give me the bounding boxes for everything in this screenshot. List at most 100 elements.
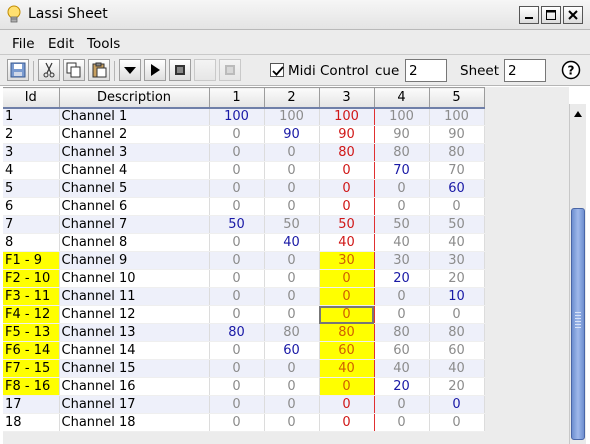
table-row[interactable]: F8 - 16 Channel 16 0 0 0 20 20 <box>3 377 485 396</box>
cue-value-cell[interactable]: 0 <box>264 413 320 432</box>
table-row[interactable]: 4 Channel 4 0 0 0 70 70 <box>3 161 485 180</box>
table-row[interactable]: F6 - 14 Channel 14 0 60 60 60 60 <box>3 341 485 360</box>
vertical-scrollbar[interactable] <box>569 104 586 444</box>
cue-value-cell[interactable]: 0 <box>209 161 265 180</box>
row-description-cell[interactable]: Channel 4 <box>59 161 210 180</box>
cue-value-cell[interactable]: 30 <box>429 251 485 270</box>
cue-value-cell[interactable]: 0 <box>318 377 375 396</box>
cue-value-cell[interactable]: 40 <box>318 233 375 252</box>
row-description-cell[interactable]: Channel 10 <box>59 269 210 288</box>
cue-value-cell[interactable]: 80 <box>318 143 375 162</box>
table-row[interactable]: 8 Channel 8 0 40 40 40 40 <box>3 233 485 252</box>
row-id-cell[interactable]: F2 - 10 <box>3 269 60 288</box>
row-description-cell[interactable]: Channel 9 <box>59 251 210 270</box>
row-description-cell[interactable]: Channel 8 <box>59 233 210 252</box>
menu-edit[interactable]: Edit <box>48 36 74 52</box>
row-description-cell[interactable]: Channel 3 <box>59 143 210 162</box>
save-button[interactable] <box>7 59 29 81</box>
row-id-cell[interactable]: 7 <box>3 215 60 234</box>
cue-value-cell[interactable]: 80 <box>374 323 430 342</box>
cue-value-cell[interactable]: 80 <box>318 323 375 342</box>
table-row[interactable]: F3 - 11 Channel 11 0 0 0 0 10 <box>3 287 485 306</box>
row-description-cell[interactable]: Channel 17 <box>59 395 210 414</box>
cue-value-cell[interactable]: 0 <box>209 143 265 162</box>
cue-value-cell[interactable]: 0 <box>318 305 375 324</box>
stop-disabled-button[interactable] <box>219 59 241 81</box>
cue-value-cell[interactable]: 80 <box>374 143 430 162</box>
row-id-cell[interactable]: 18 <box>3 413 60 432</box>
cue-value-cell[interactable]: 0 <box>318 413 375 432</box>
table-row[interactable]: 1 Channel 1 100 100 100 100 100 <box>3 107 485 126</box>
table-row[interactable]: F5 - 13 Channel 13 80 80 80 80 80 <box>3 323 485 342</box>
blank-button[interactable] <box>194 59 216 81</box>
cue-value-cell[interactable]: 40 <box>429 233 485 252</box>
maximize-button[interactable] <box>541 6 561 24</box>
cue-value-cell[interactable]: 0 <box>209 341 265 360</box>
cue-value-cell[interactable]: 0 <box>209 413 265 432</box>
cue-value-cell[interactable]: 20 <box>374 377 430 396</box>
row-id-cell[interactable]: 5 <box>3 179 60 198</box>
cue-value-cell[interactable]: 0 <box>209 197 265 216</box>
table-row[interactable]: F1 - 9 Channel 9 0 0 30 30 30 <box>3 251 485 270</box>
cue-value-cell[interactable]: 0 <box>374 179 430 198</box>
play-button[interactable] <box>144 59 166 81</box>
cue-value-cell[interactable]: 0 <box>209 125 265 144</box>
row-description-cell[interactable]: Channel 14 <box>59 341 210 360</box>
cue-value-cell[interactable]: 0 <box>318 161 375 180</box>
cue-input[interactable] <box>405 59 447 82</box>
cue-value-cell[interactable]: 50 <box>429 215 485 234</box>
cue-value-cell[interactable]: 40 <box>429 359 485 378</box>
sheet-input[interactable] <box>504 59 546 82</box>
cue-value-cell[interactable]: 0 <box>209 359 265 378</box>
cue-value-cell[interactable]: 50 <box>318 215 375 234</box>
midi-control-checkbox[interactable] <box>270 63 284 77</box>
cue-value-cell[interactable]: 20 <box>429 269 485 288</box>
cue-value-cell[interactable]: 90 <box>264 125 320 144</box>
cue-value-cell[interactable]: 0 <box>429 197 485 216</box>
row-description-cell[interactable]: Channel 18 <box>59 413 210 432</box>
cue-value-cell[interactable]: 0 <box>318 179 375 198</box>
cue-value-cell[interactable]: 0 <box>209 305 265 324</box>
cue-value-cell[interactable]: 40 <box>374 233 430 252</box>
cue-value-cell[interactable]: 0 <box>318 197 375 216</box>
paste-button[interactable] <box>88 59 110 81</box>
row-id-cell[interactable]: F6 - 14 <box>3 341 60 360</box>
cue-value-cell[interactable]: 90 <box>374 125 430 144</box>
cue-value-cell[interactable]: 20 <box>429 377 485 396</box>
cue-value-cell[interactable]: 0 <box>374 413 430 432</box>
table-row[interactable]: 7 Channel 7 50 50 50 50 50 <box>3 215 485 234</box>
row-description-cell[interactable]: Channel 7 <box>59 215 210 234</box>
row-description-cell[interactable]: Channel 13 <box>59 323 210 342</box>
cue-value-cell[interactable]: 60 <box>429 341 485 360</box>
cue-value-cell[interactable]: 100 <box>209 107 265 126</box>
cue-value-cell[interactable]: 0 <box>429 305 485 324</box>
cue-value-cell[interactable]: 50 <box>374 215 430 234</box>
row-id-cell[interactable]: 6 <box>3 197 60 216</box>
table-row[interactable]: F2 - 10 Channel 10 0 0 0 20 20 <box>3 269 485 288</box>
cue-value-cell[interactable]: 0 <box>264 143 320 162</box>
cue-value-cell[interactable]: 40 <box>318 359 375 378</box>
minimize-button[interactable] <box>519 6 539 24</box>
row-id-cell[interactable]: F7 - 15 <box>3 359 60 378</box>
cue-value-cell[interactable]: 0 <box>318 269 375 288</box>
cue-value-cell[interactable]: 0 <box>209 269 265 288</box>
cue-value-cell[interactable]: 0 <box>264 359 320 378</box>
cue-value-cell[interactable]: 0 <box>318 287 375 306</box>
cue-value-cell[interactable]: 0 <box>209 377 265 396</box>
cue-value-cell[interactable]: 100 <box>318 107 375 126</box>
cue-value-cell[interactable]: 60 <box>318 341 375 360</box>
cue-value-cell[interactable]: 90 <box>318 125 375 144</box>
menu-file[interactable]: File <box>12 36 35 52</box>
copy-button[interactable] <box>63 59 85 81</box>
cue-value-cell[interactable]: 60 <box>264 341 320 360</box>
cue-value-cell[interactable]: 60 <box>429 179 485 198</box>
row-id-cell[interactable]: F5 - 13 <box>3 323 60 342</box>
cue-value-cell[interactable]: 0 <box>264 305 320 324</box>
column-header-cue-4[interactable]: 4 <box>374 87 430 109</box>
row-description-cell[interactable]: Channel 12 <box>59 305 210 324</box>
cue-value-cell[interactable]: 40 <box>264 233 320 252</box>
table-row[interactable]: 2 Channel 2 0 90 90 90 90 <box>3 125 485 144</box>
cue-value-cell[interactable]: 80 <box>429 143 485 162</box>
table-row[interactable]: 17 Channel 17 0 0 0 0 0 <box>3 395 485 414</box>
cue-value-cell[interactable]: 0 <box>264 179 320 198</box>
